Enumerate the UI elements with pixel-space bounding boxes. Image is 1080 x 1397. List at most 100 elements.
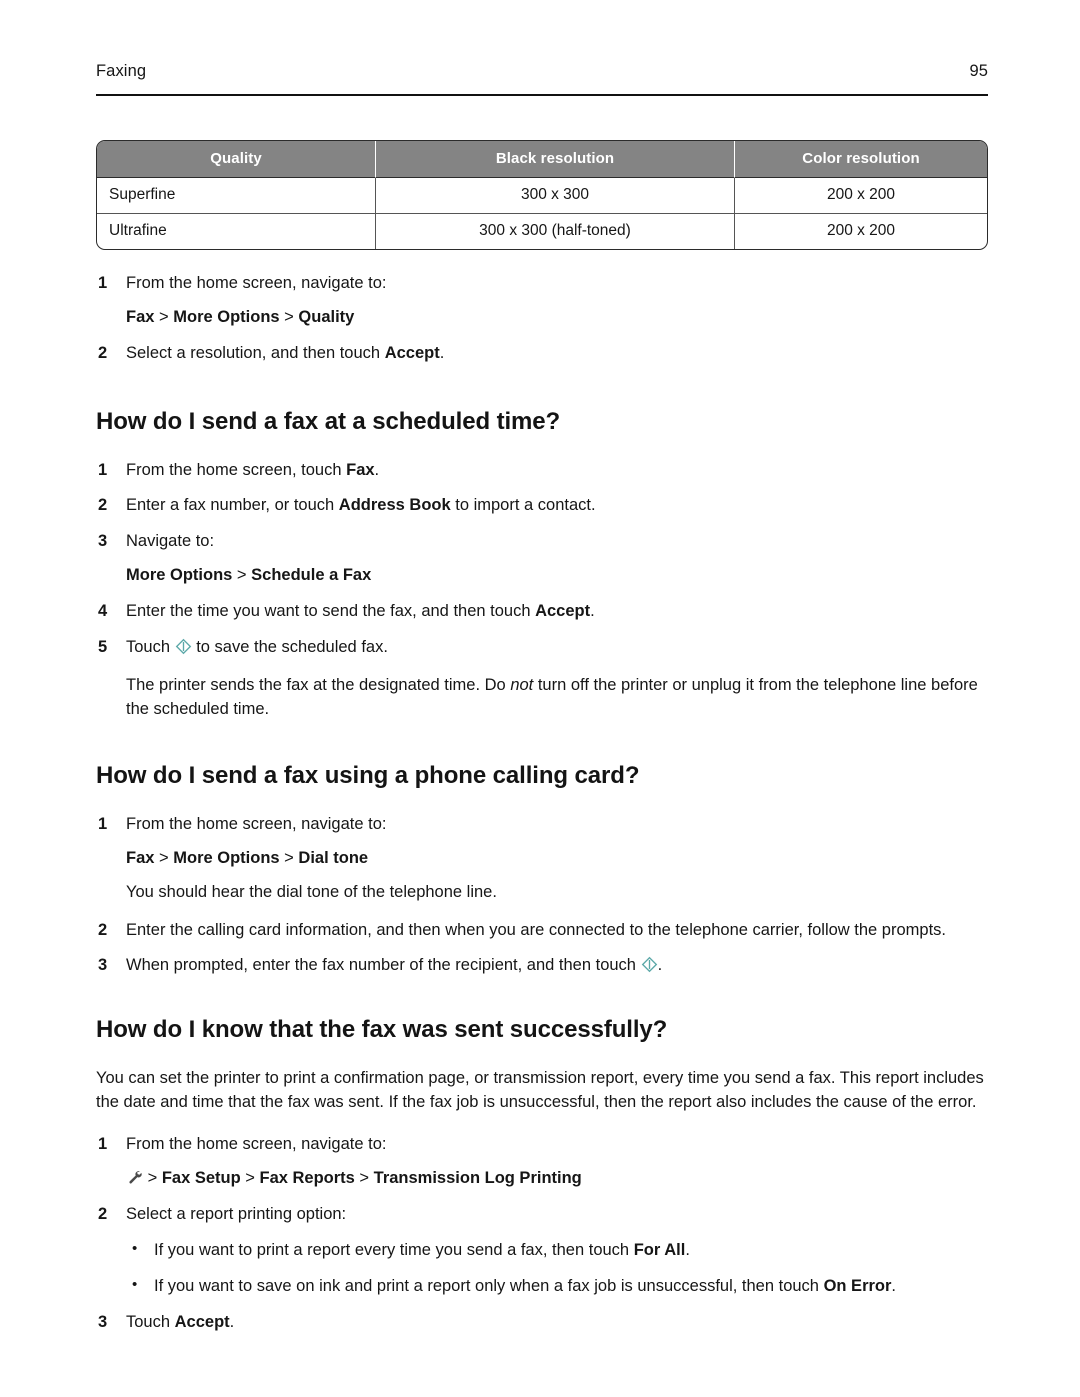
step-text-after: . xyxy=(590,602,595,621)
step-text: Select a resolution, and then touch Acce… xyxy=(126,344,444,362)
step-text-after: to import a contact. xyxy=(450,496,596,515)
step-text: From the home screen, navigate to: xyxy=(126,1134,387,1153)
step-number: 3 xyxy=(98,956,108,975)
heading-calling-card: How do I send a fax using a phone callin… xyxy=(96,761,640,789)
scheduled-fax-note: The printer sends the fax at the designa… xyxy=(96,674,990,722)
list-item: If you want to print a report every time… xyxy=(126,1238,990,1263)
step-item: 1 From the home screen, navigate to: xyxy=(96,1133,990,1157)
cell-color-resolution: 200 x 200 xyxy=(735,178,987,214)
note-emphasis: not xyxy=(510,676,534,695)
bullet-text-after: . xyxy=(891,1276,897,1295)
step-number: 2 xyxy=(98,920,108,939)
cell-black-resolution: 300 x 300 xyxy=(376,178,735,214)
report-option-bullets: If you want to print a report every time… xyxy=(96,1238,990,1299)
step-text: From the home screen, navigate to: xyxy=(126,814,387,833)
step-item: 2 Select a resolution, and then touch Ac… xyxy=(96,342,990,366)
cell-black-resolution: 300 x 300 (half-toned) xyxy=(376,214,735,249)
step-number: 1 xyxy=(98,460,108,479)
step-text-after: to save the scheduled fax. xyxy=(191,638,388,657)
ui-label-accept: Accept xyxy=(535,602,591,621)
cell-color-resolution: 200 x 200 xyxy=(826,222,896,239)
list-item: If you want to save on ink and print a r… xyxy=(126,1274,990,1299)
heading-sent-successfully: How do I know that the fax was sent succ… xyxy=(96,1016,668,1044)
step-text: Touch to save the scheduled fax. xyxy=(126,638,388,656)
path-segment: Schedule a Fax xyxy=(251,566,372,585)
cell-quality: Ultrafine xyxy=(97,214,376,249)
calling-card-steps-list: 1 From the home screen, navigate to: Fax… xyxy=(96,813,990,979)
page-number: 95 xyxy=(969,62,988,80)
page-content: Quality Black resolution Color resolutio… xyxy=(96,140,990,1335)
path-segment: More Options xyxy=(173,307,280,326)
ui-label-on-error: On Error xyxy=(823,1276,892,1295)
step-number: 2 xyxy=(98,343,108,362)
quality-steps-list: 1 From the home screen, navigate to: Fax… xyxy=(96,272,990,366)
path-segment: More Options xyxy=(173,848,280,867)
step-item: 5 Touch to save the scheduled fax. xyxy=(96,636,990,660)
bullet-text-after: . xyxy=(685,1240,690,1259)
send-diamond-icon xyxy=(175,638,192,655)
step-item: 2 Enter the calling card information, an… xyxy=(96,919,990,943)
column-header-color-resolution: Color resolution xyxy=(735,141,987,178)
step-text: Enter a fax number, or touch Address Boo… xyxy=(126,496,596,514)
step-text-before: Select a resolution, and then touch xyxy=(126,343,385,362)
step-text: Enter the time you want to send the fax,… xyxy=(126,602,595,620)
report-steps-list: 1 From the home screen, navigate to: > F… xyxy=(96,1133,990,1335)
step-text-before: When prompted, enter the fax number of t… xyxy=(126,956,641,975)
step-text-before: Enter the time you want to send the fax,… xyxy=(126,602,536,621)
document-page: Faxing 95 Quality Black resolution Color… xyxy=(0,0,1080,1397)
step-text: When prompted, enter the fax number of t… xyxy=(126,956,662,974)
step-text-before: From the home screen, touch xyxy=(126,460,347,479)
ui-label-accept: Accept xyxy=(174,1312,230,1331)
scheduled-steps-list: 1 From the home screen, touch Fax. 2 Ent… xyxy=(96,459,990,722)
step-text: Touch Accept. xyxy=(126,1313,234,1331)
chapter-title: Faxing xyxy=(96,62,147,80)
bullet-text-before: If you want to print a report every time… xyxy=(154,1240,634,1259)
step-item: 1 From the home screen, navigate to: xyxy=(96,272,990,296)
heading-scheduled-fax: How do I send a fax at a scheduled time? xyxy=(96,407,561,435)
step-text-after: . xyxy=(439,343,445,362)
step-item: 3 When prompted, enter the fax number of… xyxy=(96,954,990,978)
header-rule xyxy=(96,94,988,96)
step-item: 1 From the home screen, navigate to: xyxy=(96,813,990,837)
path-segment: Fax xyxy=(126,848,155,867)
ui-label-for-all: For All xyxy=(633,1240,686,1259)
ui-label-fax: Fax xyxy=(346,460,375,479)
step-text-after: . xyxy=(374,460,380,479)
step-text: Navigate to: xyxy=(126,532,215,551)
step-number: 3 xyxy=(98,532,108,551)
send-diamond-icon xyxy=(641,956,658,973)
navigation-path: More Options > Schedule a Fax xyxy=(126,566,372,585)
column-header-black-resolution: Black resolution xyxy=(376,141,735,178)
step-text: From the home screen, touch Fax. xyxy=(126,461,379,479)
step-item: 1 From the home screen, touch Fax. xyxy=(96,459,990,483)
running-header: Faxing 95 xyxy=(96,62,988,81)
step-text-before: Touch xyxy=(126,1312,175,1331)
step-text-after: . xyxy=(657,956,663,975)
step-item: 3 Navigate to: xyxy=(96,530,990,554)
wrench-icon xyxy=(126,1169,143,1186)
navigation-path: > Fax Setup > Fax Reports > Transmission… xyxy=(96,1167,990,1191)
step-number: 5 xyxy=(98,638,108,657)
step-number: 4 xyxy=(98,602,108,621)
navigation-path: Fax > More Options > Quality xyxy=(126,307,355,326)
path-segment: Transmission Log Printing xyxy=(373,1168,582,1187)
step-text: From the home screen, navigate to: xyxy=(126,274,387,292)
step-item: 2 Select a report printing option: xyxy=(96,1203,990,1227)
dial-tone-note: You should hear the dial tone of the tel… xyxy=(126,882,497,901)
step-number: 2 xyxy=(98,1204,108,1223)
step-text-before: Enter a fax number, or touch xyxy=(126,496,339,515)
path-segment: Dial tone xyxy=(298,848,369,867)
step-number: 3 xyxy=(98,1312,108,1331)
confirmation-report-intro: You can set the printer to print a confi… xyxy=(96,1069,984,1112)
table-row: Superfine 300 x 300 200 x 200 xyxy=(97,178,987,214)
fax-quality-table: Quality Black resolution Color resolutio… xyxy=(96,140,988,250)
column-header-quality: Quality xyxy=(97,141,376,178)
bullet-text-before: If you want to save on ink and print a r… xyxy=(154,1276,824,1295)
step-number: 1 xyxy=(98,1134,108,1153)
path-segment: Quality xyxy=(298,307,355,326)
step-text: Enter the calling card information, and … xyxy=(126,920,946,939)
note-text-before: The printer sends the fax at the designa… xyxy=(126,676,511,695)
ui-label-address-book: Address Book xyxy=(338,496,451,515)
step-text-after: . xyxy=(229,1312,235,1331)
step-text-before: Touch xyxy=(126,638,175,657)
